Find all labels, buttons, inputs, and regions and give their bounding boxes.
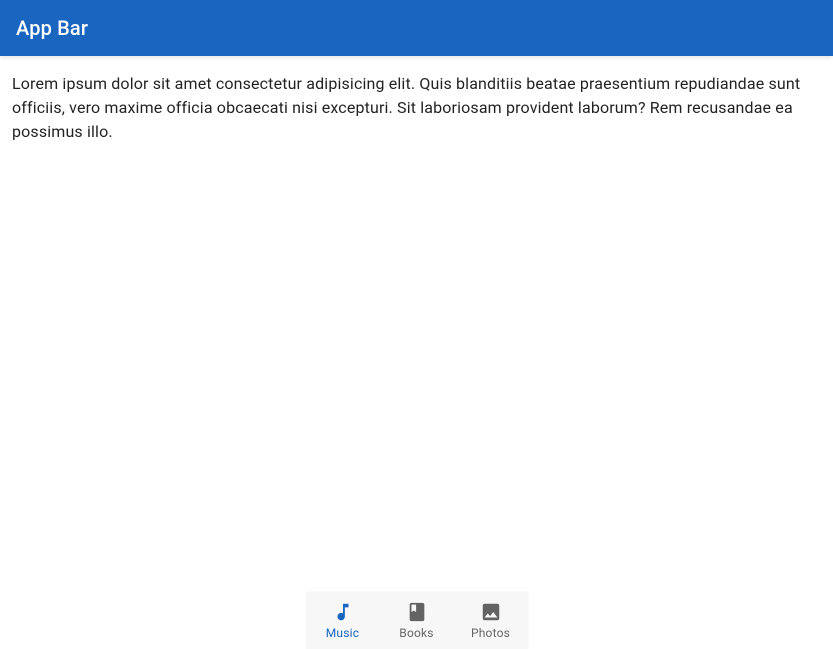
main-content: Lorem ipsum dolor sit amet consectetur a… bbox=[0, 56, 833, 160]
body-paragraph: Lorem ipsum dolor sit amet consectetur a… bbox=[12, 72, 821, 144]
nav-item-music[interactable]: Music bbox=[306, 593, 380, 649]
nav-label-music: Music bbox=[326, 626, 359, 640]
image-icon bbox=[479, 600, 503, 624]
book-icon bbox=[405, 600, 429, 624]
music-note-icon bbox=[331, 600, 355, 624]
app-bar-title: App Bar bbox=[16, 16, 88, 40]
app-bar: App Bar bbox=[0, 0, 833, 56]
nav-label-photos: Photos bbox=[471, 626, 510, 640]
bottom-navigation: Music Books Photos bbox=[306, 593, 528, 649]
nav-item-photos[interactable]: Photos bbox=[454, 593, 528, 649]
nav-label-books: Books bbox=[399, 626, 433, 640]
nav-item-books[interactable]: Books bbox=[380, 593, 454, 649]
